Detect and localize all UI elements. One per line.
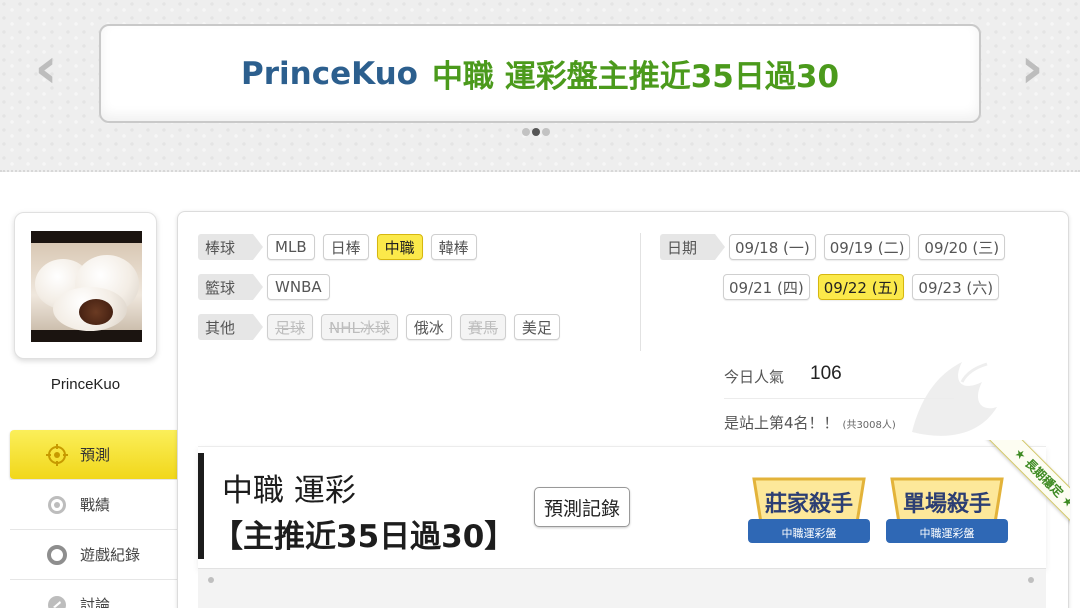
nav-label-discuss: 討論 <box>80 596 111 608</box>
filter-row-baseball: 棒球 MLB 日棒 中職 韓棒 <box>198 234 477 260</box>
card-accent-bar <box>198 453 204 559</box>
featured-banner[interactable]: PrinceKuo 中職 運彩盤主推近35日過30 <box>99 24 981 123</box>
long-term-stable-ribbon: ★ 長期穩定 ★ <box>980 440 1070 530</box>
nav-item-predict[interactable]: 預測 <box>10 430 196 480</box>
nav-label-predict: 預測 <box>80 446 111 464</box>
chip-mlb[interactable]: MLB <box>267 234 315 260</box>
date-chip[interactable]: 09/23 (六) <box>912 274 1000 300</box>
chip-nfl[interactable]: 美足 <box>513 314 560 340</box>
prev-arrow-icon[interactable]: ‹ <box>26 41 66 100</box>
category-label-basketball: 籃球 <box>198 274 264 300</box>
nav-item-record[interactable]: 戰績 <box>10 480 178 530</box>
date-row-1: 日期 09/18 (一) 09/19 (二) 09/20 (三) <box>660 234 1006 260</box>
carousel-dot[interactable] <box>522 128 530 136</box>
top-banner-area: ‹ PrinceKuo 中職 運彩盤主推近35日過30 › <box>0 0 1080 172</box>
profile-name[interactable]: PrinceKuo <box>14 376 157 393</box>
rank-statement: 是站上第4名！！ <box>724 414 839 432</box>
circle-icon <box>46 544 68 566</box>
chip-wnba[interactable]: WNBA <box>267 274 330 300</box>
chip-khl[interactable]: 俄冰 <box>405 314 452 340</box>
prediction-subtitle: 【主推近35日過30】 <box>212 519 516 555</box>
carousel-dot[interactable] <box>542 128 550 136</box>
badge-sub: 中職運彩盤 <box>782 527 837 540</box>
rank-text: 是站上第4名！！ (共3008人) <box>724 412 896 433</box>
banner-username: PrinceKuo <box>240 55 418 92</box>
ribbon-text: ★ 長期穩定 ★ <box>986 440 1070 530</box>
chip-soccer: 足球 <box>267 314 314 340</box>
nav-item-game-log[interactable]: 遊戲紀錄 <box>10 530 178 580</box>
date-chip-selected[interactable]: 09/22 (五) <box>817 274 905 300</box>
category-label-baseball: 棒球 <box>198 234 264 260</box>
avatar-card <box>14 212 157 359</box>
side-nav: 預測 戰績 遊戲紀錄 討論 <box>10 430 196 608</box>
badge-sub: 中職運彩盤 <box>920 527 975 540</box>
chip-npb[interactable]: 日棒 <box>322 234 369 260</box>
chip-kbo[interactable]: 韓棒 <box>430 234 477 260</box>
date-chip[interactable]: 09/21 (四) <box>723 274 810 300</box>
prediction-record-button[interactable]: 預測記錄 <box>534 487 631 527</box>
screw-decoration <box>1028 577 1034 583</box>
carousel-dot-active[interactable] <box>532 128 540 136</box>
avatar[interactable] <box>31 231 142 342</box>
chip-nhl: NHL冰球 <box>321 314 398 340</box>
rank-total: (共3008人) <box>842 420 896 431</box>
badge-title: 莊家殺手 <box>765 491 853 517</box>
popularity-label: 今日人氣 <box>724 368 785 386</box>
wing-decoration-icon <box>912 362 997 436</box>
popularity-value: 106 <box>810 363 842 384</box>
filter-divider <box>640 233 641 351</box>
spiral-icon <box>46 494 68 516</box>
filter-row-other: 其他 足球 NHL冰球 俄冰 賽馬 美足 <box>198 314 560 340</box>
chip-cpbl[interactable]: 中職 <box>376 234 423 260</box>
filter-row-basketball: 籃球 WNBA <box>198 274 330 300</box>
banner-title: 中職 運彩盤主推近35日過30 <box>431 59 840 95</box>
carousel-dots <box>522 128 550 136</box>
nav-label-record: 戰績 <box>80 496 111 514</box>
date-row-2: 09/21 (四) 09/22 (五) 09/23 (六) <box>723 274 1000 300</box>
screw-decoration <box>208 577 214 583</box>
badge-banker-killer: 莊家殺手 中職運彩盤 <box>748 477 870 543</box>
chip-horse-racing: 賽馬 <box>459 314 506 340</box>
chat-icon <box>46 594 68 608</box>
prediction-title: 中職 運彩 <box>222 473 356 509</box>
next-arrow-icon[interactable]: › <box>1012 41 1052 100</box>
date-label: 日期 <box>660 234 726 260</box>
prediction-header-card: 中職 運彩 【主推近35日過30】 預測記錄 莊家殺手 中職運彩盤 單場殺手 中… <box>198 446 1046 568</box>
stats-divider <box>724 398 954 399</box>
date-chip[interactable]: 09/18 (一) <box>729 234 816 260</box>
nav-label-game-log: 遊戲紀錄 <box>80 546 141 564</box>
badge-title: 單場殺手 <box>903 491 991 517</box>
nav-item-discuss[interactable]: 討論 <box>10 580 178 608</box>
content-lower-area <box>198 568 1046 608</box>
category-label-other: 其他 <box>198 314 264 340</box>
date-chip[interactable]: 09/19 (二) <box>823 234 911 260</box>
date-chip[interactable]: 09/20 (三) <box>918 234 1006 260</box>
target-icon <box>46 443 68 466</box>
